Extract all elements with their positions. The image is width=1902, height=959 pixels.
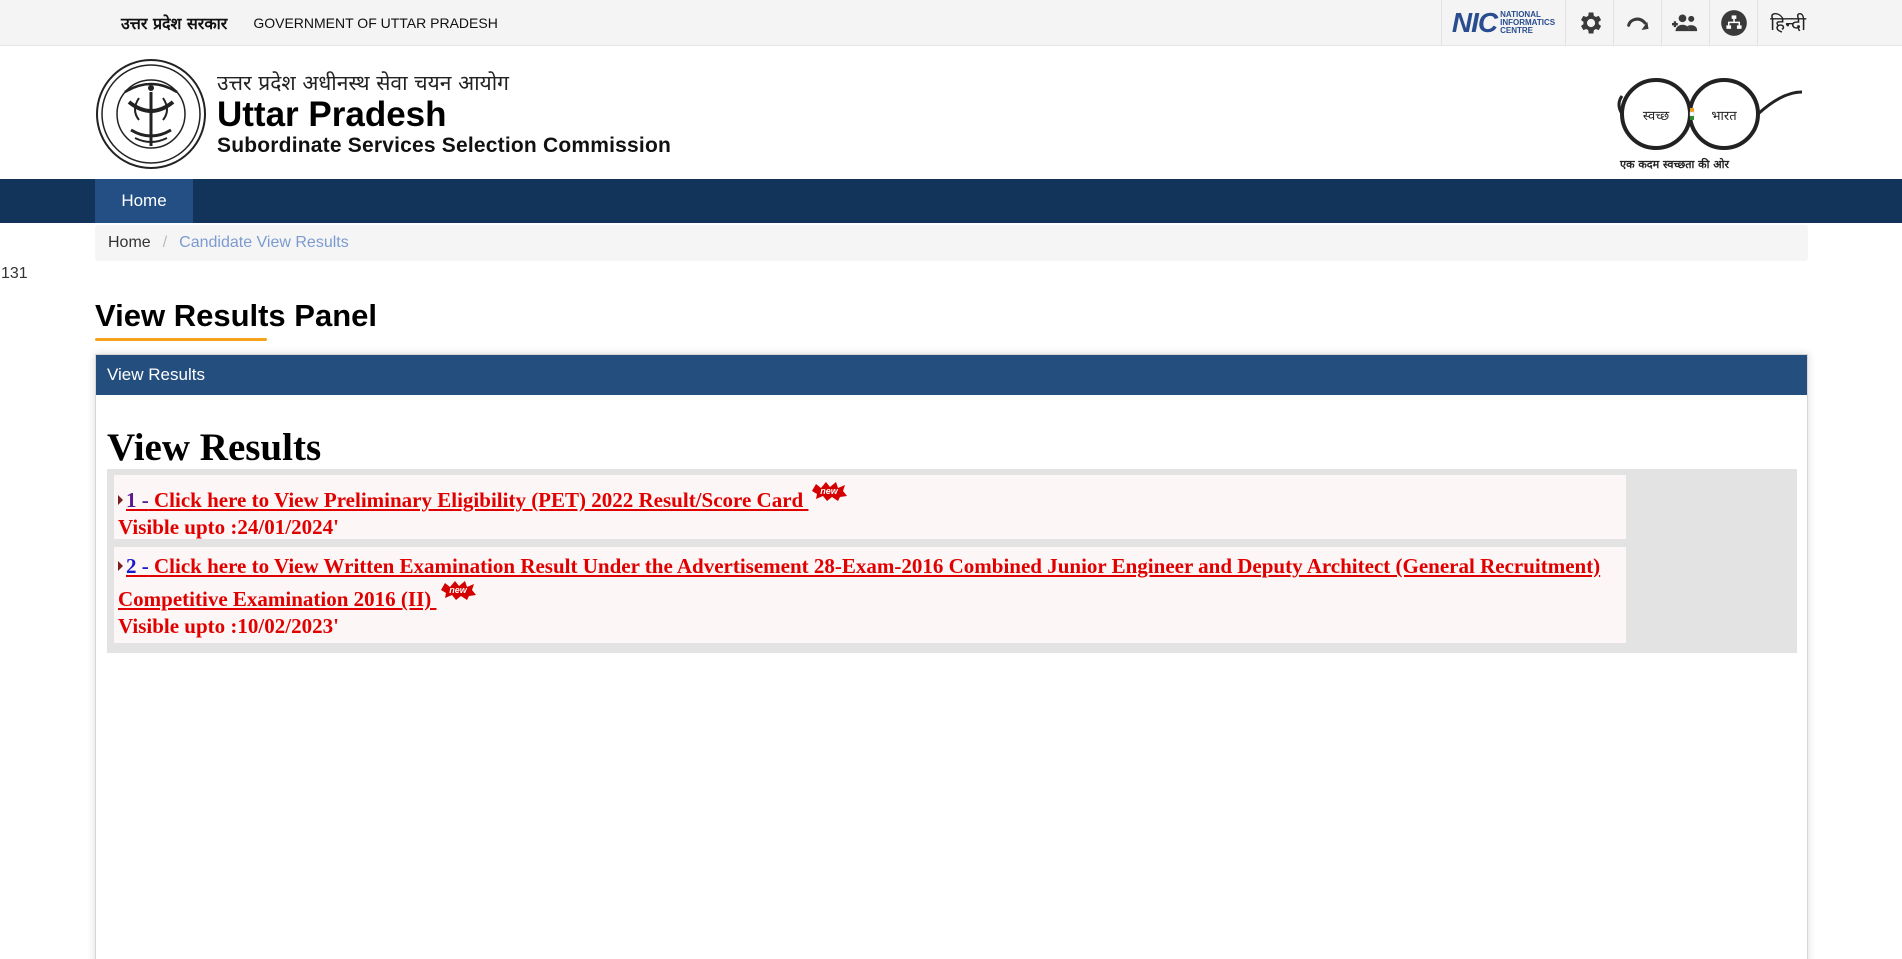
main-navbar: Home [0, 179, 1902, 223]
result-item: 1 - Click here to View Preliminary Eligi… [114, 475, 1626, 539]
bullet-arrow-icon [118, 495, 123, 505]
nic-logo[interactable]: NIC NATIONAL INFORMATICS CENTRE [1440, 0, 1567, 46]
result-link-text: Click here to View Preliminary Eligibili… [154, 488, 809, 512]
result-item: 2 - Click here to View Written Examinati… [114, 547, 1626, 643]
site-header: उत्तर प्रदेश अधीनस्थ सेवा चयन आयोग Uttar… [0, 46, 1902, 179]
result-link-1[interactable]: 1 - Click here to View Preliminary Eligi… [126, 488, 808, 512]
page-title: View Results Panel [95, 298, 377, 333]
svg-text:new: new [821, 486, 840, 496]
site-title-sub: Subordinate Services Selection Commissio… [217, 134, 671, 157]
result-link-text: Click here to View Written Examination R… [118, 554, 1601, 611]
swachh-bharat-logo: स्वच्छ भारत एक कदम स्वच्छता की ओर [1617, 78, 1803, 171]
breadcrumb-home-link[interactable]: Home [108, 234, 151, 252]
breadcrumb-separator: / [162, 234, 168, 251]
skip-to-content-icon[interactable] [1614, 0, 1663, 46]
users-icon[interactable] [1662, 0, 1711, 46]
result-number: 1 - [126, 488, 149, 512]
site-title-hindi: उत्तर प्रदेश अधीनस्थ सेवा चयन आयोग [217, 71, 509, 95]
results-panel-header: View Results [96, 355, 1807, 395]
result-link-2[interactable]: 2 - Click here to View Written Examinati… [118, 554, 1600, 611]
site-title-main: Uttar Pradesh [217, 95, 447, 134]
gov-left: उत्तर प्रदेश सरकार GOVERNMENT OF UTTAR P… [121, 0, 498, 46]
new-badge-icon: new [812, 482, 848, 501]
swachh-tagline: एक कदम स्वच्छता की ओर [1619, 157, 1730, 171]
svg-text:new: new [449, 585, 468, 595]
language-toggle-button[interactable]: हिन्दी [1758, 0, 1806, 46]
site-title[interactable]: उत्तर प्रदेश अधीनस्थ सेवा चयन आयोग Uttar… [217, 70, 671, 158]
nic-mark: NIC [1451, 7, 1498, 38]
gov-english-label[interactable]: GOVERNMENT OF UTTAR PRADESH [253, 15, 498, 31]
nic-text: NATIONAL INFORMATICS CENTRE [1500, 10, 1556, 35]
nav-home-link[interactable]: Home [95, 179, 193, 223]
settings-icon[interactable] [1566, 0, 1615, 46]
new-badge-icon: new [440, 581, 476, 600]
gov-right-tools: NIC NATIONAL INFORMATICS CENTRE हिन्दी [1440, 0, 1806, 46]
breadcrumb-current: Candidate View Results [179, 234, 349, 251]
bullet-arrow-icon [118, 561, 123, 571]
swachh-right-text: भारत [1711, 109, 1737, 124]
swachh-left-text: स्वच्छ [1643, 109, 1670, 124]
result-number: 2 - [126, 554, 149, 578]
breadcrumb: Home / Candidate View Results [95, 225, 1808, 261]
gov-hindi-label[interactable]: उत्तर प्रदेश सरकार [121, 12, 227, 34]
sitemap-icon[interactable] [1710, 0, 1759, 46]
stray-count-text: 131 [1, 265, 28, 282]
result-visible-until: Visible upto :10/02/2023' [118, 614, 339, 638]
result-visible-until: Visible upto :24/01/2024' [118, 515, 339, 539]
page-title-underline [95, 338, 267, 341]
gov-top-bar: उत्तर प्रदेश सरकार GOVERNMENT OF UTTAR P… [0, 0, 1902, 46]
results-list: 1 - Click here to View Preliminary Eligi… [107, 469, 1797, 653]
results-panel: View Results View Results 1 - Click here… [95, 354, 1808, 959]
results-title: View Results [107, 426, 322, 469]
up-emblem-logo[interactable] [95, 58, 207, 170]
